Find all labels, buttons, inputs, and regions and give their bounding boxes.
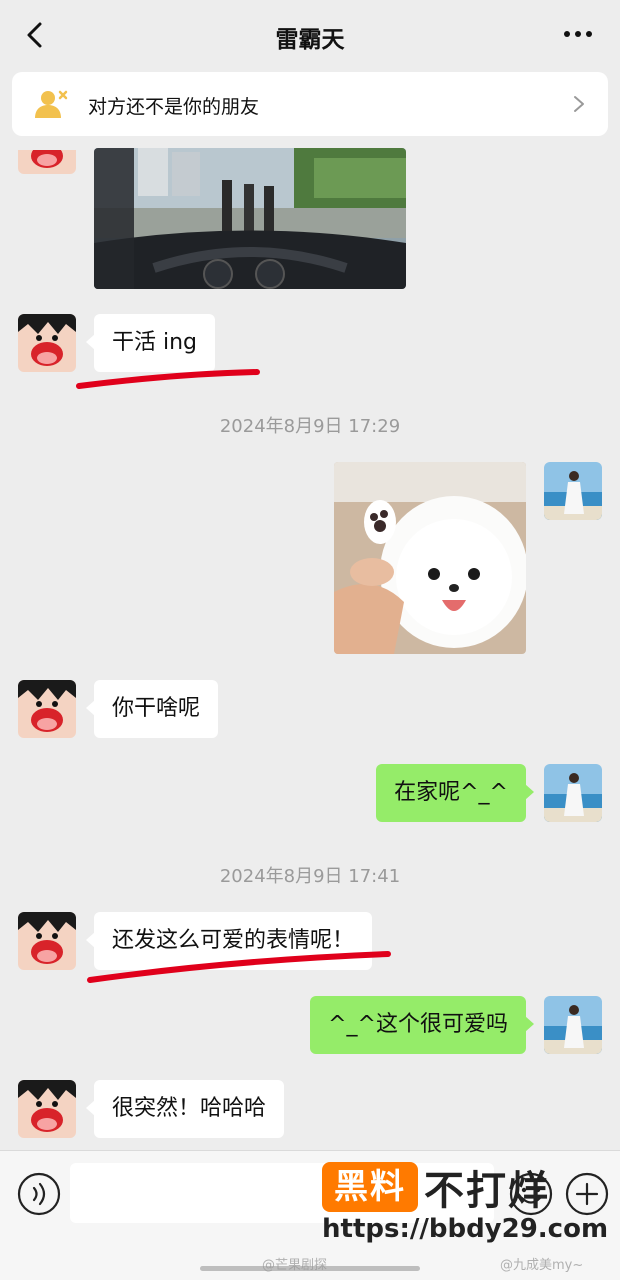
pomeranian-puppy-sticker[interactable]: [334, 462, 526, 654]
weibo-credit-right: @九成美my~: [500, 1258, 584, 1273]
not-friend-banner[interactable]: 对方还不是你的朋友: [12, 72, 608, 136]
voice-input-icon[interactable]: [16, 1171, 62, 1217]
contact-avatar[interactable]: [18, 680, 76, 738]
contact-avatar[interactable]: [18, 150, 76, 174]
self-avatar[interactable]: [544, 462, 602, 520]
watermark-name: 不打烊: [424, 1168, 550, 1214]
contact-avatar[interactable]: [18, 1080, 76, 1138]
message-bubble-received[interactable]: 还发这么可爱的表情呢！: [85, 912, 373, 970]
message-bubble-sent[interactable]: ^_^这个很可爱吗: [310, 996, 534, 1054]
timestamp: 2024年8月9日 17:29: [219, 416, 401, 437]
message-bubble-sent[interactable]: 在家呢^_^: [376, 764, 534, 822]
plus-more-icon[interactable]: [564, 1171, 610, 1217]
contact-name-title: 雷霸天: [275, 27, 345, 53]
home-indicator: [200, 1266, 420, 1271]
watermark-url: https://bbdy29.com: [322, 1214, 609, 1244]
message-bubble-received[interactable]: 很突然！哈哈哈: [85, 1080, 285, 1138]
message-bubble-received[interactable]: 干活 ing: [85, 314, 216, 372]
self-avatar[interactable]: [544, 764, 602, 822]
more-options-icon[interactable]: [562, 22, 594, 46]
watermark-badge: 黑料: [322, 1162, 418, 1212]
contact-avatar[interactable]: [18, 912, 76, 970]
chevron-right-icon: [574, 96, 584, 112]
not-friend-text: 对方还不是你的朋友: [88, 96, 260, 118]
self-avatar[interactable]: [544, 996, 602, 1054]
car-windshield-photo[interactable]: [94, 148, 406, 289]
add-contact-icon: [35, 90, 68, 118]
timestamp: 2024年8月9日 17:41: [219, 866, 401, 887]
message-bubble-received[interactable]: 你干啥呢: [85, 680, 219, 738]
contact-avatar[interactable]: [18, 314, 76, 372]
chat-header: 雷霸天: [0, 0, 620, 70]
